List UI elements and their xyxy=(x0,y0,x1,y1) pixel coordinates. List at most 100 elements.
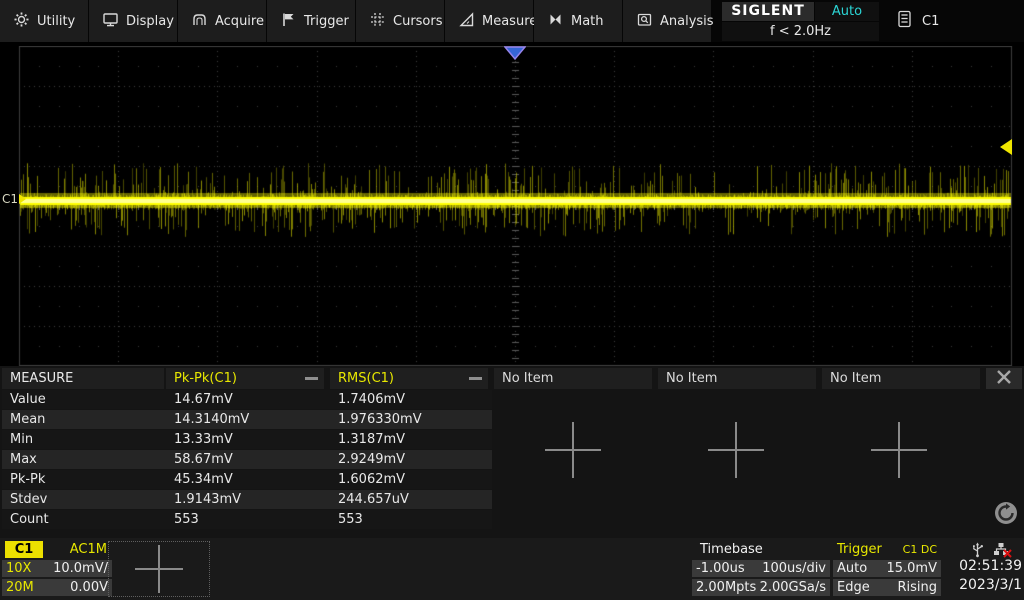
table-row: Max 58.67mV 2.9249mV xyxy=(2,450,492,469)
waveform-display[interactable]: C1 xyxy=(0,46,1024,366)
plus-icon xyxy=(158,545,160,593)
menu-item-math[interactable]: Math xyxy=(534,0,623,42)
measure-column-pkpk[interactable]: Pk-Pk(C1) xyxy=(166,368,324,389)
stat-value: 45.34mV xyxy=(174,470,233,489)
menu-item-label: Utility xyxy=(37,14,75,29)
cursors-icon xyxy=(369,11,386,32)
channel-offset-row: 20M 0.00V xyxy=(2,579,112,596)
system-date: 2023/3/1 xyxy=(942,577,1022,593)
sample-rate: 2.00GSa/s xyxy=(760,579,826,596)
menu-item-display[interactable]: Display xyxy=(89,0,178,42)
acquisition-state-badge[interactable]: Auto xyxy=(815,2,879,21)
channel-baseline-marker[interactable]: C1 xyxy=(2,192,26,206)
stat-value: 553 xyxy=(338,510,363,529)
memory-depth: 2.00Mpts xyxy=(696,579,756,596)
timebase-title: Timebase xyxy=(700,541,763,558)
stat-value: 1.3187mV xyxy=(338,430,405,449)
trigger-row-2: Edge Rising xyxy=(833,579,941,596)
trigger-source-coupling: C1 DC xyxy=(903,541,937,558)
menu-item-measure[interactable]: Measure xyxy=(445,0,534,42)
vertical-scale: 10.0mV/ xyxy=(53,560,108,577)
trigger-frequency-readout: f < 2.0Hz xyxy=(722,22,879,41)
menu-item-cursors[interactable]: Cursors xyxy=(356,0,445,42)
oscilloscope-screen: { "menu": { "items": [ {"label": "Utilit… xyxy=(0,0,1024,600)
siglent-logo: SIGLENT xyxy=(722,2,814,21)
menu-item-acquire[interactable]: Acquire xyxy=(178,0,267,42)
menu-item-utility[interactable]: Utility xyxy=(0,0,89,42)
menu-item-label: Analysis xyxy=(660,14,714,29)
stat-label: Value xyxy=(10,390,46,409)
stat-value: 13.33mV xyxy=(174,430,233,449)
channel-coupling: AC1M xyxy=(70,541,107,558)
trigger-info-panel[interactable]: Trigger C1 DC Auto 15.0mV Edge Rising xyxy=(833,541,941,597)
measurement-panel: MEASURE Pk-Pk(C1) RMS(C1) No Item No Ite… xyxy=(0,366,1024,538)
table-row: Stdev 1.9143mV 244.657uV xyxy=(2,490,492,509)
timebase-row-2: 2.00Mpts 2.00GSa/s xyxy=(692,579,830,596)
add-measurement-button[interactable] xyxy=(544,421,602,479)
analysis-icon xyxy=(636,11,653,32)
gear-icon xyxy=(13,11,30,32)
menu-item-label: Measure xyxy=(482,14,537,29)
stat-value: 244.657uV xyxy=(338,490,409,509)
trigger-coupling: DC xyxy=(921,543,937,556)
measure-table-title: MEASURE xyxy=(2,368,164,389)
stat-value: 2.9249mV xyxy=(338,450,405,469)
stat-value: 553 xyxy=(174,510,199,529)
measure-column-empty-3[interactable]: No Item xyxy=(822,368,980,389)
trigger-flag-icon xyxy=(280,11,297,32)
measure-column-label: RMS(C1) xyxy=(338,371,394,386)
menu-item-label: Acquire xyxy=(215,14,264,29)
stat-label: Count xyxy=(10,510,49,529)
math-icon xyxy=(547,11,564,32)
table-row: Count 553 553 xyxy=(2,510,492,529)
add-measurement-button[interactable] xyxy=(707,421,765,479)
acquisition-status-block: SIGLENT Auto f < 2.0Hz xyxy=(722,2,880,41)
display-icon xyxy=(102,11,119,32)
channel-baseline-arrow-icon xyxy=(19,194,26,204)
acquire-icon xyxy=(191,11,208,32)
trigger-level: 15.0mV xyxy=(886,560,937,577)
trigger-position-marker[interactable] xyxy=(504,46,526,61)
menu-item-analysis[interactable]: Analysis xyxy=(623,0,712,42)
trigger-level-marker[interactable] xyxy=(1000,139,1012,155)
stat-label: Min xyxy=(10,430,33,449)
trigger-mode: Auto xyxy=(837,560,867,577)
system-time: 02:51:39 xyxy=(942,558,1022,574)
channel-info-panel[interactable]: C1 AC1M 10X 10.0mV/ 20M 0.00V xyxy=(2,541,112,597)
trigger-title: Trigger xyxy=(837,541,882,558)
table-row: Mean 14.3140mV 1.976330mV xyxy=(2,410,492,429)
probe-attenuation: 10X xyxy=(6,560,31,577)
waveform-canvas xyxy=(0,46,1024,366)
channel-scale-row: 10X 10.0mV/ xyxy=(2,560,112,577)
stat-value: 1.9143mV xyxy=(174,490,241,509)
trigger-type: Edge xyxy=(837,579,870,596)
bottom-status-bar: C1 AC1M 10X 10.0mV/ 20M 0.00V Timebase -… xyxy=(0,538,1024,600)
timebase-panel[interactable]: Timebase -1.00us 100us/div 2.00Mpts 2.00… xyxy=(692,541,830,597)
remove-measurement-icon[interactable] xyxy=(305,377,318,380)
stat-value: 14.67mV xyxy=(174,390,233,409)
channel-name-chip: C1 xyxy=(5,541,43,558)
measure-column-empty-2[interactable]: No Item xyxy=(658,368,816,389)
menu-item-label: Display xyxy=(126,14,174,29)
table-row: Value 14.67mV 1.7406mV xyxy=(2,390,492,409)
menu-item-label: Trigger xyxy=(304,14,349,29)
bandwidth-limit: 20M xyxy=(6,579,34,596)
table-row: Min 13.33mV 1.3187mV xyxy=(2,430,492,449)
trigger-slope: Rising xyxy=(897,579,937,596)
channel-indicator[interactable]: C1 xyxy=(898,0,939,42)
measure-column-rms[interactable]: RMS(C1) xyxy=(330,368,488,389)
channel-indicator-label: C1 xyxy=(922,14,939,29)
add-measurement-button[interactable] xyxy=(870,421,928,479)
menu-item-trigger[interactable]: Trigger xyxy=(267,0,356,42)
close-measure-panel-button[interactable] xyxy=(986,368,1022,389)
menu-item-label: Cursors xyxy=(393,14,443,29)
add-channel-button[interactable] xyxy=(108,541,210,597)
reset-statistics-button[interactable] xyxy=(994,501,1018,525)
remove-measurement-icon[interactable] xyxy=(469,377,482,380)
measure-column-empty-1[interactable]: No Item xyxy=(494,368,652,389)
stat-label: Stdev xyxy=(10,490,47,509)
vertical-offset: 0.00V xyxy=(70,579,108,596)
stat-value: 1.976330mV xyxy=(338,410,422,429)
stat-value: 58.67mV xyxy=(174,450,233,469)
stat-label: Max xyxy=(10,450,37,469)
